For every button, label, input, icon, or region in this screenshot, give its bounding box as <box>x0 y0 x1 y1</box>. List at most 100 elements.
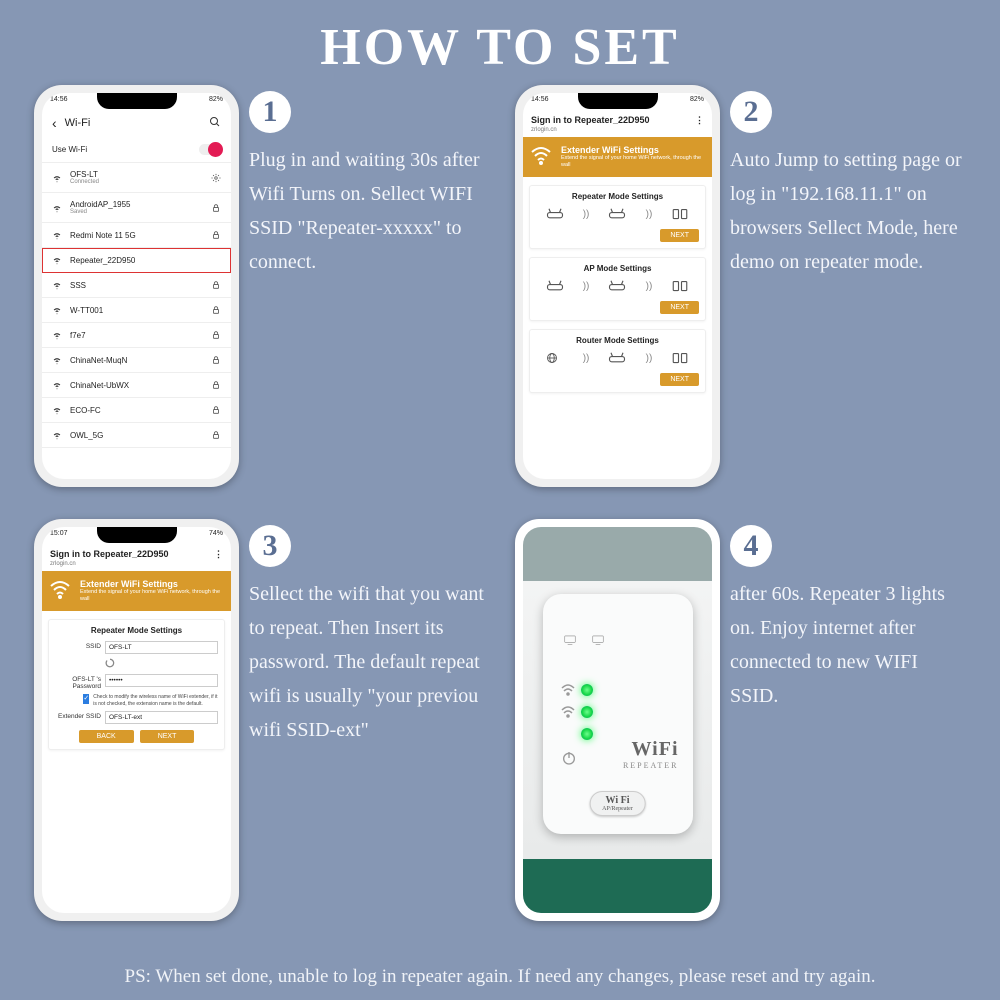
lock-icon <box>211 330 221 340</box>
wifi-icon <box>52 280 62 290</box>
ssid-label: SSID <box>55 641 101 650</box>
search-icon[interactable] <box>209 116 221 131</box>
device-pill-badge: Wi Fi AP/Repeater <box>589 791 646 816</box>
step-2-desc: Auto Jump to setting page or log in "192… <box>730 133 966 279</box>
next-button[interactable]: NEXT <box>140 730 195 743</box>
repeater-body: WiFi REPEATER Wi Fi AP/Repeater <box>543 594 693 834</box>
led-1 <box>581 684 593 696</box>
mode-diagram: )))) <box>536 351 699 365</box>
wifi-icon <box>52 405 62 415</box>
checkbox-note: Check to modify the wireless name of WiF… <box>93 694 218 707</box>
phone-notch <box>97 93 177 109</box>
wifi-network-row[interactable]: AndroidAP_1955Saved <box>42 193 231 223</box>
wifi-icon <box>52 380 62 390</box>
repeater-device-photo: WiFi REPEATER Wi Fi AP/Repeater <box>515 519 720 921</box>
signin-title: Sign in to Repeater_22D950 ⋮ <box>42 543 231 561</box>
step-badge-4: 4 <box>730 525 772 567</box>
wifi-network-row[interactable]: f7e7 <box>42 323 231 348</box>
page-title: HOW TO SET <box>0 0 1000 85</box>
mode-card-title: Router Mode Settings <box>536 336 699 345</box>
screen-title: Wi-Fi <box>65 117 201 129</box>
status-time: 14:56 <box>531 96 549 109</box>
use-wifi-label: Use Wi-Fi <box>52 145 191 154</box>
password-input[interactable]: •••••• <box>105 674 218 687</box>
wifi-network-row[interactable]: Repeater_22D950 <box>42 248 231 273</box>
mode-diagram: )))) <box>536 207 699 221</box>
step-badge-1: 1 <box>249 91 291 133</box>
status-battery: 82% <box>209 96 223 109</box>
lock-icon <box>211 405 221 415</box>
wifi-network-name: AndroidAP_1955Saved <box>70 200 203 215</box>
wifi-network-name: ChinaNet-MuqN <box>70 356 203 365</box>
phone-notch <box>97 527 177 543</box>
status-time: 15:07 <box>50 530 68 543</box>
lock-icon <box>211 280 221 290</box>
mode-cards: Repeater Mode Settings))))NEXTAP Mode Se… <box>523 185 712 393</box>
mode-card-title: Repeater Mode Settings <box>536 192 699 201</box>
step-3: 15:07 74% Sign in to Repeater_22D950 ⋮ z… <box>34 519 485 935</box>
phone-mockup-2: 14:56 82% Sign in to Repeater_22D950 ⋮ z… <box>515 85 720 487</box>
wifi-network-row[interactable]: OWL_5G <box>42 423 231 448</box>
lock-icon <box>211 230 221 240</box>
wifi-network-name: SSS <box>70 281 203 290</box>
extender-ssid-label: Extender SSID <box>55 711 101 720</box>
wifi-icon <box>52 230 62 240</box>
extender-ssid-input[interactable]: OFS-LT-ext <box>105 711 218 724</box>
wifi-icon <box>52 330 62 340</box>
step-badge-3: 3 <box>249 525 291 567</box>
wifi-toggle[interactable] <box>199 144 221 155</box>
extender-banner: Extender WiFi Settings Extend the signal… <box>42 571 231 611</box>
wifi-icon <box>52 255 62 265</box>
wifi-network-row[interactable]: ChinaNet-UbWX <box>42 373 231 398</box>
wifi-network-name: ECO-FC <box>70 406 203 415</box>
wifi-icon <box>529 143 553 167</box>
wifi-network-row[interactable]: SSS <box>42 273 231 298</box>
lock-icon <box>211 305 221 315</box>
step-2: 14:56 82% Sign in to Repeater_22D950 ⋮ z… <box>515 85 966 501</box>
ssid-input[interactable]: OFS-LT <box>105 641 218 654</box>
wifi-network-name: OWL_5G <box>70 431 203 440</box>
wifi-icon <box>52 305 62 315</box>
extender-banner: Extender WiFi Settings Extend the signal… <box>523 137 712 177</box>
wifi-network-row[interactable]: Redmi Note 11 5G <box>42 223 231 248</box>
wifi-network-row[interactable]: W-TT001 <box>42 298 231 323</box>
lock-icon <box>211 203 221 213</box>
wifi-network-name: f7e7 <box>70 331 203 340</box>
next-button[interactable]: NEXT <box>660 373 699 386</box>
wifi-header: ‹ Wi-Fi <box>42 109 231 137</box>
led-2 <box>581 706 593 718</box>
signin-url: zrlogin.cn <box>523 127 712 137</box>
wifi-icon <box>52 430 62 440</box>
step-badge-2: 2 <box>730 91 772 133</box>
device-brand: WiFi REPEATER <box>623 738 679 770</box>
menu-icon[interactable]: ⋮ <box>214 549 223 560</box>
signin-url: zrlogin.cn <box>42 561 231 571</box>
step-1: 14:56 82% ‹ Wi-Fi Use Wi-Fi <box>34 85 485 501</box>
wifi-icon <box>52 203 62 213</box>
wifi-networks-list: OFS-LTConnected AndroidAP_1955Saved Redmi … <box>42 163 231 448</box>
wifi-network-row[interactable]: ChinaNet-MuqN <box>42 348 231 373</box>
gear-icon <box>211 173 221 183</box>
menu-icon[interactable]: ⋮ <box>695 115 704 126</box>
power-icon <box>561 750 577 766</box>
wifi-signal-icon <box>561 682 575 733</box>
next-button[interactable]: NEXT <box>660 229 699 242</box>
mode-card: Repeater Mode Settings)))) NEXT <box>529 185 706 249</box>
back-button[interactable]: BACK <box>79 730 134 743</box>
step-4-desc: after 60s. Repeater 3 lights on. Enjoy i… <box>730 567 966 713</box>
wifi-network-name: OFS-LTConnected <box>70 170 203 185</box>
mode-card: Router Mode Settings)))) NEXT <box>529 329 706 393</box>
modify-checkbox[interactable]: ✓ <box>83 694 89 704</box>
mode-card: AP Mode Settings))))NEXT <box>529 257 706 321</box>
next-button[interactable]: NEXT <box>660 301 699 314</box>
step-3-desc: Sellect the wifi that you want to repeat… <box>249 567 485 747</box>
status-battery: 82% <box>690 96 704 109</box>
back-icon[interactable]: ‹ <box>52 115 57 131</box>
wifi-network-name: Redmi Note 11 5G <box>70 231 203 240</box>
lock-icon <box>211 380 221 390</box>
wifi-network-name: ChinaNet-UbWX <box>70 381 203 390</box>
wifi-network-row[interactable]: OFS-LTConnected <box>42 163 231 193</box>
wifi-network-row[interactable]: ECO-FC <box>42 398 231 423</box>
signin-title: Sign in to Repeater_22D950 ⋮ <box>523 109 712 127</box>
step-4: WiFi REPEATER Wi Fi AP/Repeater 4 after … <box>515 519 966 935</box>
